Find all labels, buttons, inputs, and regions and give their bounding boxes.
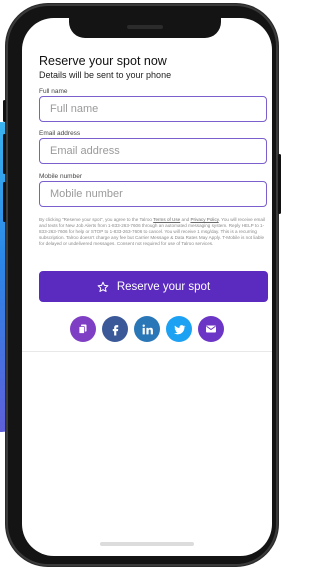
- linkedin-share-button[interactable]: [134, 316, 160, 342]
- reserve-spot-button[interactable]: Reserve your spot: [39, 271, 268, 302]
- copy-link-button[interactable]: [70, 316, 96, 342]
- form-subtitle: Details will be sent to your phone: [39, 70, 172, 80]
- twitter-share-button[interactable]: [166, 316, 192, 342]
- email-share-button[interactable]: [198, 316, 224, 342]
- share-buttons: [22, 316, 272, 342]
- terms-of-use-link[interactable]: Terms of Use: [153, 217, 180, 222]
- phone-notch: [69, 18, 221, 38]
- phone-screen: Reserve your spot now Details will be se…: [22, 18, 272, 556]
- home-indicator: [100, 542, 194, 546]
- power-button: [278, 154, 281, 214]
- full-name-field: [39, 96, 267, 122]
- mobile-number-label: Mobile number: [39, 173, 82, 180]
- privacy-policy-link[interactable]: Privacy Policy: [190, 217, 218, 222]
- disclaimer-and: and: [180, 217, 191, 222]
- full-name-label: Full name: [39, 88, 68, 95]
- star-icon: [97, 281, 109, 292]
- disclaimer-text-start: By clicking "Reserve your spot", you agr…: [39, 217, 154, 222]
- twitter-icon: [173, 324, 186, 334]
- mute-switch: [3, 100, 6, 122]
- mobile-number-input[interactable]: [40, 182, 266, 206]
- linkedin-icon: [142, 324, 153, 334]
- facebook-icon: [112, 324, 118, 335]
- copy-icon: [78, 324, 87, 334]
- facebook-share-button[interactable]: [102, 316, 128, 342]
- mobile-number-field: [39, 181, 267, 207]
- reserve-spot-label: Reserve your spot: [116, 280, 211, 293]
- email-icon: [206, 325, 216, 333]
- consent-disclaimer: By clicking "Reserve your spot", you agr…: [39, 217, 269, 247]
- volume-down-button: [3, 182, 6, 222]
- email-input[interactable]: [40, 139, 266, 163]
- full-name-input[interactable]: [40, 97, 266, 121]
- reserve-form: Reserve your spot now Details will be se…: [22, 18, 272, 556]
- screenshot: Reserve your spot now Details will be se…: [0, 0, 281, 569]
- phone-frame: Reserve your spot now Details will be se…: [3, 4, 281, 566]
- section-divider: [22, 351, 272, 352]
- email-label: Email address: [39, 130, 81, 137]
- speaker-grille: [127, 25, 163, 29]
- email-field: [39, 138, 267, 164]
- volume-up-button: [3, 134, 6, 174]
- form-title: Reserve your spot now: [39, 54, 167, 68]
